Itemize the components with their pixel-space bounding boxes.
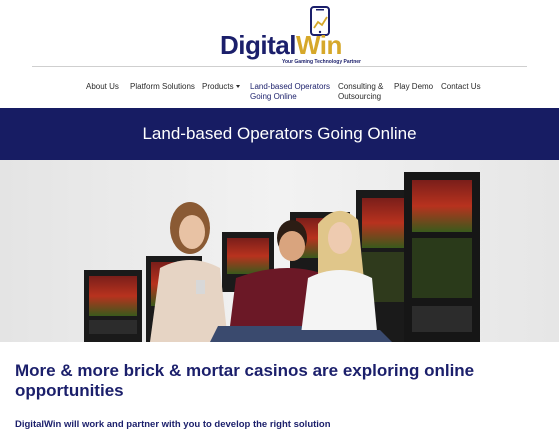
section-heading: More & more brick & mortar casinos are e…: [15, 361, 475, 400]
nav-land-based-operators[interactable]: Land-based Operators Going Online: [250, 82, 330, 101]
slot-machine-left: [84, 270, 142, 342]
logo-tagline: Your Gaming Technology Partner: [282, 59, 361, 65]
hero-image: [0, 160, 559, 342]
nav-play-demo[interactable]: Play Demo: [394, 82, 433, 92]
digitalwin-logo[interactable]: DigitalWin Your Gaming Technology Partne…: [220, 6, 361, 65]
site-header: DigitalWin Your Gaming Technology Partne…: [0, 0, 559, 66]
section-subtext: DigitalWin will work and partner with yo…: [15, 419, 331, 430]
page-banner: Land-based Operators Going Online: [0, 108, 559, 160]
nav-platform-solutions[interactable]: Platform Solutions: [130, 82, 195, 92]
hero-illustration: [0, 160, 559, 342]
main-nav: About Us Platform Solutions Products Lan…: [0, 82, 559, 106]
nav-consulting-outsourcing[interactable]: Consulting & Outsourcing: [338, 82, 383, 101]
page-title: Land-based Operators Going Online: [142, 124, 417, 143]
nav-consulting-line1: Consulting &: [338, 82, 384, 91]
logo-wordmark: DigitalWin: [220, 32, 342, 58]
logo-wordmark-digital: Digital: [220, 30, 296, 60]
chevron-down-icon: [235, 85, 240, 89]
logo-wordmark-win: Win: [295, 30, 342, 60]
nav-contact-us[interactable]: Contact Us: [441, 82, 481, 92]
nav-consulting-line2: Outsourcing: [338, 91, 382, 101]
nav-land-based-line1: Land-based Operators: [250, 82, 331, 91]
header-divider: [32, 66, 527, 67]
nav-products[interactable]: Products: [202, 82, 240, 92]
slot-machine-right: [404, 172, 480, 342]
nav-products-label: Products: [202, 82, 234, 91]
nav-land-based-line2: Going Online: [250, 91, 297, 101]
nav-about-us[interactable]: About Us: [86, 82, 119, 92]
